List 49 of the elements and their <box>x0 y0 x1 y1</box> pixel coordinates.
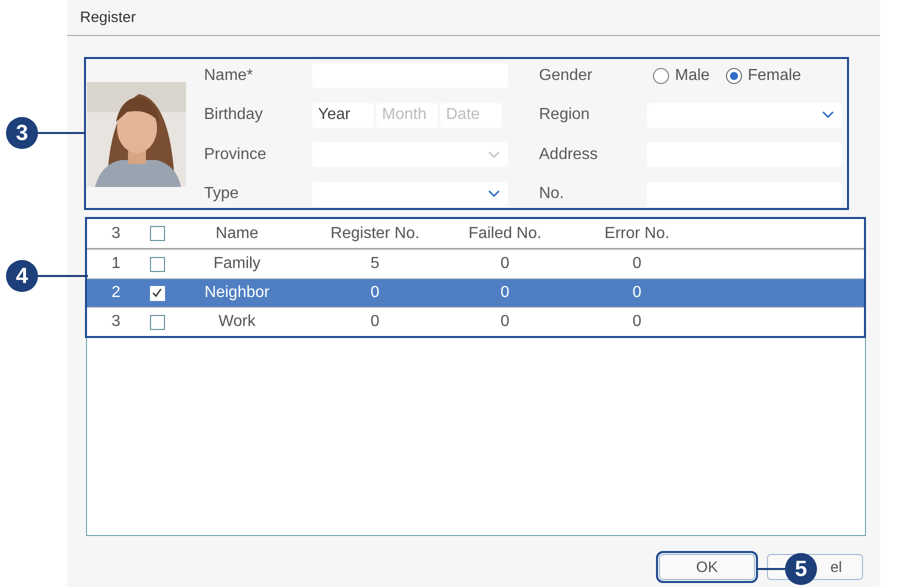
table-cell-text: 0 <box>370 313 380 331</box>
table-cell-text: 0 <box>632 255 642 273</box>
callout-badge: 4 <box>6 260 38 292</box>
table-cell-text: 2 <box>110 284 122 302</box>
ok-button[interactable]: OK <box>659 554 755 580</box>
field-label: Region <box>539 106 591 124</box>
chevron-down-icon <box>488 150 500 158</box>
table-cell-text: 0 <box>632 284 642 302</box>
checkbox[interactable] <box>150 226 164 241</box>
radio-button[interactable] <box>653 68 669 84</box>
table-cell-text: Work <box>217 313 257 331</box>
field-label: Province <box>204 146 268 164</box>
field-label: No. <box>539 185 565 203</box>
column-header: Name <box>214 224 260 242</box>
table-cell-text: 0 <box>370 284 380 302</box>
table-cell-text: Neighbor <box>204 284 270 302</box>
leader-line <box>756 568 785 570</box>
checkbox[interactable] <box>150 314 164 330</box>
field-label: Birthday <box>204 106 264 124</box>
callout-badge: 3 <box>6 117 38 149</box>
table-cell-text: 1 <box>110 255 122 273</box>
field-label: Name* <box>204 66 254 84</box>
checkbox[interactable] <box>150 256 164 272</box>
chevron-down-icon <box>822 111 834 119</box>
table-cell-text: 5 <box>370 255 380 273</box>
field-label: Gender <box>539 66 594 84</box>
field-label: Type <box>204 185 240 203</box>
table-cell-text: 0 <box>632 313 642 331</box>
column-header: Error No. <box>604 224 670 242</box>
table-cell-text: Family <box>212 255 262 273</box>
column-header: Register No. <box>330 224 420 242</box>
field-label: Address <box>539 146 599 164</box>
column-header: Failed No. <box>468 224 542 242</box>
radio-button[interactable] <box>726 68 742 84</box>
table-row[interactable]: 3 Work 0 0 0 <box>87 307 864 336</box>
leader-line <box>38 132 86 134</box>
leader-line <box>38 275 88 277</box>
radio-label[interactable]: Male <box>675 66 710 84</box>
table-cell-text: 0 <box>500 313 510 331</box>
window-title: Register <box>80 9 136 26</box>
input-field[interactable] <box>647 182 842 206</box>
table-cell-text: 0 <box>500 255 510 273</box>
radio-label[interactable]: Female <box>748 66 802 84</box>
table-cell-text: 0 <box>500 284 510 302</box>
chevron-down-icon <box>488 190 500 198</box>
date-field[interactable]: Year <box>312 102 374 128</box>
table-row[interactable]: 2 Neighbor 0 0 0 <box>87 278 864 307</box>
table-cell-text: 3 <box>110 313 122 331</box>
row-count: 3 <box>110 224 122 242</box>
